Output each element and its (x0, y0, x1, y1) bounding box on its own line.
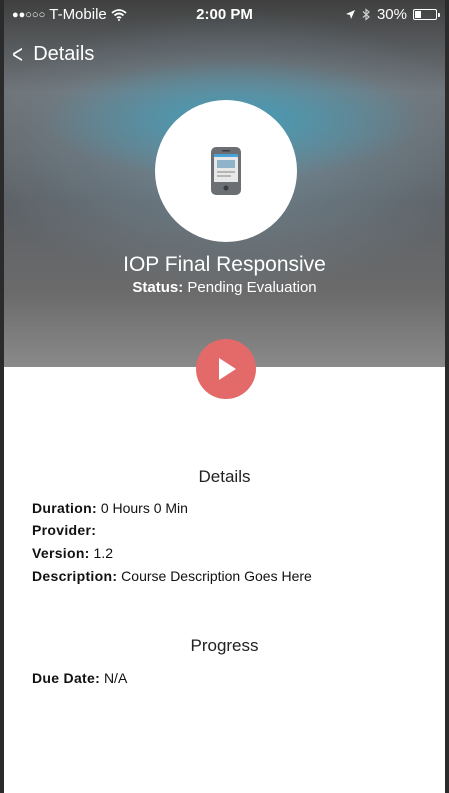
duration-label: Duration: (32, 500, 97, 516)
version-row: Version: 1.2 (32, 545, 113, 561)
bluetooth-icon (362, 8, 370, 21)
status-right-group: 30% (345, 6, 440, 23)
description-value: Course Description Goes Here (121, 568, 312, 584)
back-chevron-icon[interactable]: < (12, 41, 23, 67)
course-title: IOP Final Responsive (123, 253, 326, 276)
status-value: Pending Evaluation (187, 279, 317, 296)
status-bar: ●●○○○ T-Mobile 2:00 PM 30% (4, 0, 445, 30)
due-date-row: Due Date: N/A (32, 670, 127, 686)
battery-icon (413, 9, 440, 20)
back-button-title[interactable]: Details (33, 43, 94, 66)
duration-row: Duration: 0 Hours 0 Min (32, 500, 188, 516)
version-value: 1.2 (93, 545, 114, 561)
version-label: Version: (32, 545, 90, 561)
course-status: Status: Pending Evaluation (4, 279, 445, 296)
due-date-label: Due Date: (32, 670, 101, 686)
mobile-phone-icon (211, 147, 241, 195)
battery-percentage: 30% (376, 6, 407, 23)
provider-row: Provider: (32, 522, 96, 538)
battery-fill (415, 11, 421, 18)
course-icon-circle (155, 100, 297, 242)
navigation-bar: < Details (4, 40, 94, 68)
details-heading: Details (198, 467, 251, 486)
play-icon (219, 358, 236, 380)
play-button[interactable] (196, 339, 256, 399)
due-date-value: N/A (103, 670, 128, 686)
status-label: Status: (132, 279, 184, 296)
description-label: Description: (32, 568, 118, 584)
progress-heading: Progress (190, 636, 259, 655)
provider-label: Provider: (32, 522, 97, 538)
app-screen: ●●○○○ T-Mobile 2:00 PM 30% < Details IOP… (4, 0, 445, 793)
location-arrow-icon (345, 10, 355, 19)
duration-value: 0 Hours 0 Min (100, 500, 188, 516)
description-row: Description: Course Description Goes Her… (32, 568, 312, 584)
